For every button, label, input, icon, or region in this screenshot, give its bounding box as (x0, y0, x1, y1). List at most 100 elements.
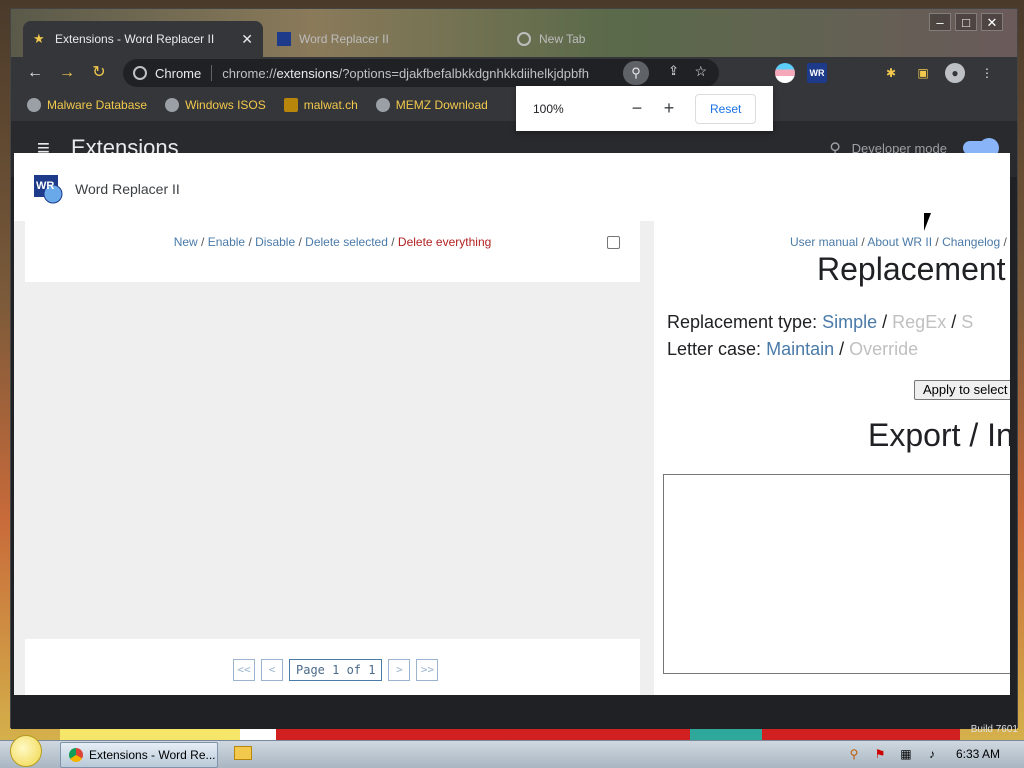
prev-page-button[interactable]: < (261, 659, 283, 681)
word-replacer-extension-icon[interactable]: WR (807, 63, 827, 83)
dialog-title: Word Replacer II (75, 181, 180, 197)
bookmarks-bar: Malware Database Windows ISOS malwat.ch … (11, 89, 1017, 121)
extensions-toolbar: WR ✱ ▣ ● ⋮ (775, 63, 997, 83)
delete-everything-link[interactable]: Delete everything (398, 235, 491, 249)
replacement-type-label: Replacement type: (667, 312, 818, 332)
taskbar: Extensions - Word Re... ⚲ ⚑ ▦ ♪ 6:33 AM (0, 735, 1024, 768)
rules-actions-bar: New / Enable / Disable / Delete selected… (25, 221, 640, 282)
case-override-option[interactable]: Override (849, 339, 918, 359)
dialog-header: WR Word Replacer II (14, 153, 1010, 221)
tab-extensions-word-replacer[interactable]: ★ Extensions - Word Replacer II ✕ (23, 21, 263, 57)
svg-text:WR: WR (36, 180, 54, 192)
bookmark-memz-download[interactable]: MEMZ Download (375, 98, 488, 112)
changelog-link[interactable]: Changelog (942, 235, 1000, 249)
about-link[interactable]: About WR II (867, 235, 932, 249)
globe-icon (375, 98, 390, 112)
taskbar-item-chrome[interactable]: Extensions - Word Re... (60, 742, 218, 768)
type-truncated-option[interactable]: S (961, 312, 973, 332)
wr-favicon-icon (277, 32, 291, 46)
puzzle-icon: ★ (33, 31, 45, 46)
share-icon[interactable]: ⇪ (668, 63, 679, 79)
chrome-logo-icon (133, 66, 147, 80)
chrome-icon (69, 748, 83, 762)
clock[interactable]: 6:33 AM (956, 747, 1000, 761)
close-window-button[interactable]: ✕ (981, 13, 1003, 31)
letter-case-label: Letter case: (667, 339, 762, 359)
profile-avatar-icon[interactable]: ● (945, 63, 965, 83)
user-manual-link[interactable]: User manual (790, 235, 858, 249)
start-orb-icon (10, 735, 42, 767)
last-page-button[interactable]: >> (416, 659, 439, 681)
next-page-button[interactable]: > (388, 659, 411, 681)
select-all-checkbox[interactable] (607, 236, 620, 249)
word-replacer-logo-icon: WR (34, 175, 63, 204)
malwatch-icon (283, 98, 298, 112)
new-link[interactable]: New (174, 235, 198, 249)
puzzle-extensions-icon[interactable]: ✱ (881, 63, 901, 83)
address-bar[interactable]: Chrome chrome:// extensions /?options=dj… (123, 59, 719, 87)
replacement-heading: Replacement (817, 251, 1006, 287)
extension-options-dialog: WR Word Replacer II New / Enable / Disab… (14, 153, 1010, 695)
export-import-heading: Export / In (868, 417, 1010, 453)
flag-tray-icon[interactable]: ⚑ (872, 746, 888, 762)
export-import-textarea[interactable] (663, 474, 1010, 674)
url-scheme: chrome:// (222, 65, 277, 81)
omnibox-separator (211, 65, 213, 81)
type-simple-option[interactable]: Simple (822, 312, 877, 332)
zoom-popup: 100% − + Reset (516, 86, 773, 131)
delete-selected-link[interactable]: Delete selected (305, 235, 388, 249)
bookmark-star-icon[interactable]: ☆ (694, 63, 707, 80)
omnibox-chrome-label: Chrome (155, 65, 202, 81)
tab-title: Word Replacer II (299, 32, 389, 46)
rules-panel: New / Enable / Disable / Delete selected… (14, 221, 654, 695)
type-regex-option[interactable]: RegEx (892, 312, 946, 332)
page-indicator: Page 1 of 1 (289, 659, 383, 681)
zoom-out-button[interactable]: − (621, 98, 653, 119)
volume-tray-icon[interactable]: ♪ (924, 746, 940, 762)
bookmark-malwatch[interactable]: malwat.ch (283, 98, 358, 112)
network-tray-icon[interactable]: ▦ (898, 746, 914, 762)
browser-titlebar: ★ Extensions - Word Replacer II ✕ Word R… (11, 9, 1017, 57)
chrome-favicon-icon (517, 32, 531, 46)
replacement-type-row: Replacement type: Simple / RegEx / S (667, 312, 974, 332)
zoom-reset-button[interactable]: Reset (695, 93, 757, 124)
tab-new-tab[interactable]: New Tab (507, 21, 707, 57)
pager-bar: << < Page 1 of 1 > >> (25, 639, 640, 695)
zoom-icon[interactable]: ⚲ (623, 61, 649, 85)
bookmark-label: malwat.ch (303, 98, 358, 112)
tab-close-icon[interactable]: ✕ (241, 31, 253, 48)
bookmark-windows-isos[interactable]: Windows ISOS (165, 98, 266, 112)
folder-icon[interactable] (234, 746, 252, 760)
globe-icon (27, 98, 41, 112)
help-links: User manual / About WR II / Changelog / (790, 235, 1007, 249)
globe-icon (165, 98, 180, 112)
tab-word-replacer[interactable]: Word Replacer II (267, 21, 497, 57)
system-tray: ⚲ ⚑ ▦ ♪ 6:33 AM (846, 746, 1014, 762)
side-panel-icon[interactable]: ▣ (913, 63, 933, 83)
bookmark-label: Windows ISOS (185, 98, 266, 112)
tab-title: New Tab (539, 32, 586, 46)
case-maintain-option[interactable]: Maintain (766, 339, 834, 359)
taskbar-item-label: Extensions - Word Re... (89, 748, 216, 762)
minimize-button[interactable]: – (929, 13, 951, 31)
disable-link[interactable]: Disable (255, 235, 295, 249)
zoom-in-button[interactable]: + (653, 98, 685, 119)
browser-toolbar: ← → ↻ Chrome chrome:// extensions /?opti… (11, 57, 1017, 89)
tab-title: Extensions - Word Replacer II (55, 32, 215, 46)
forward-icon[interactable]: → (57, 63, 77, 83)
reload-icon[interactable]: ↻ (89, 63, 109, 83)
letter-case-row: Letter case: Maintain / Override (667, 339, 919, 359)
bookmark-malware-database[interactable]: Malware Database (27, 98, 147, 112)
build-label: Build 7601 (970, 724, 1018, 735)
start-button[interactable] (4, 735, 46, 768)
bookmark-label: Malware Database (47, 98, 148, 112)
first-page-button[interactable]: << (233, 659, 255, 681)
window-controls: – □ ✕ (929, 13, 1003, 31)
flag-extension-icon[interactable] (775, 63, 795, 83)
enable-link[interactable]: Enable (208, 235, 245, 249)
search-tray-icon[interactable]: ⚲ (846, 746, 862, 762)
maximize-button[interactable]: □ (955, 13, 977, 31)
menu-icon[interactable]: ⋮ (977, 63, 997, 83)
apply-to-selected-button[interactable]: Apply to select (914, 380, 1010, 400)
back-icon[interactable]: ← (25, 63, 45, 83)
